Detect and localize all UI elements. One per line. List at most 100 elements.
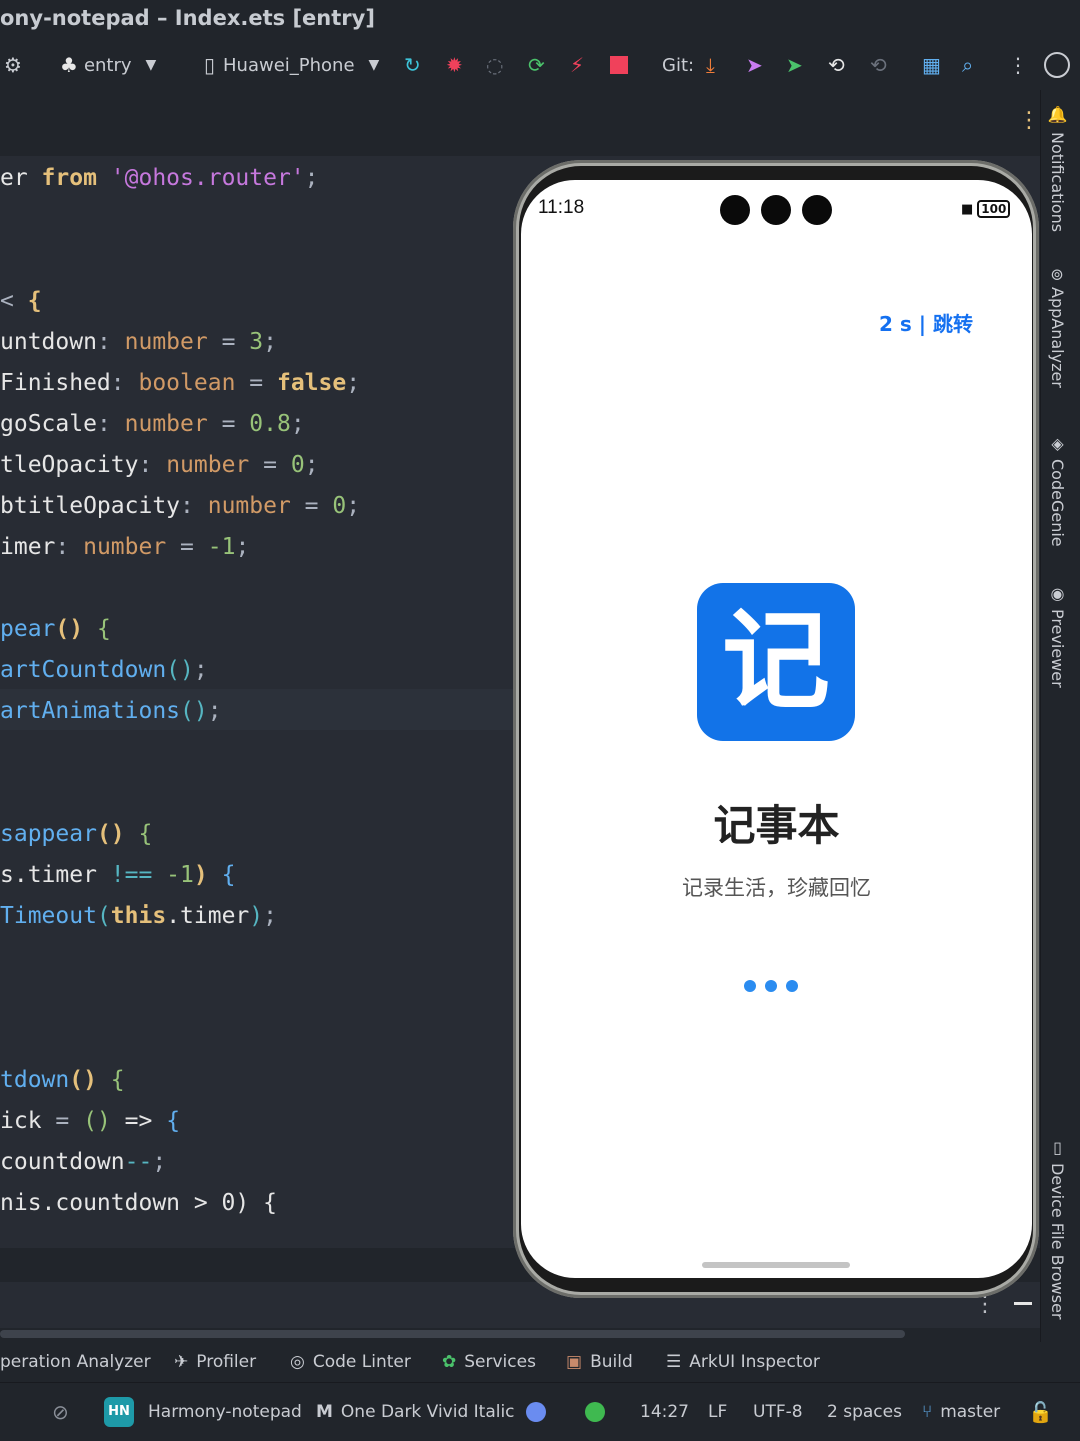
git-label: Git: <box>662 54 695 76</box>
code-token: { <box>96 616 111 642</box>
caret-position[interactable]: 14:27 <box>640 1383 689 1441</box>
tool-arkui-inspector[interactable]: ☰ ArkUI Inspector <box>666 1342 820 1382</box>
status-blue-dot[interactable] <box>526 1383 546 1441</box>
code-line[interactable]: tleOpacity: number = 0; <box>0 445 319 485</box>
device-selector[interactable]: ▯ Huawei_Phone ▼ <box>204 40 379 90</box>
device-file-browser-tab[interactable]: ▯ Device File Browser <box>1048 1138 1067 1320</box>
code-line[interactable]: btitleOpacity: number = 0; <box>0 486 360 526</box>
code-token: Timeout <box>0 903 97 929</box>
main-toolbar: ⚙ ♣ entry ▼ ▯ Huawei_Phone ▼ ↻ ✹ ◌ ⟳ ⚡ G… <box>0 40 1080 90</box>
code-line[interactable]: goScale: number = 0.8; <box>0 404 305 444</box>
debug-bug-icon[interactable]: ✹ <box>446 40 463 90</box>
settings-target-icon[interactable]: ⚙ <box>4 40 22 90</box>
title-bar: ony-notepad – Index.ets [entry] <box>0 0 1080 40</box>
code-token: : <box>96 411 125 437</box>
skip-countdown-button[interactable]: 2 s | 跳转 <box>861 308 991 337</box>
code-token: ; <box>152 1149 167 1175</box>
code-token: { <box>138 821 153 847</box>
code-token: from <box>41 165 111 191</box>
tool-code-linter[interactable]: ◎ Code Linter <box>290 1342 411 1382</box>
code-line[interactable]: pear() { <box>0 609 111 649</box>
code-line[interactable]: tdown() { <box>0 1060 125 1100</box>
lock-icon: ■ <box>961 201 974 217</box>
minimize-icon[interactable] <box>1014 1302 1032 1305</box>
code-line[interactable]: ick = () => { <box>0 1101 180 1141</box>
attach-debugger-icon[interactable]: ◌ <box>486 40 503 90</box>
services-icon: ✿ <box>442 1352 457 1372</box>
code-token: () <box>55 616 97 642</box>
file-encoding[interactable]: UTF-8 <box>753 1383 803 1441</box>
restart-icon[interactable]: ↻ <box>404 40 421 90</box>
code-line[interactable]: er from '@ohos.router'; <box>0 158 319 198</box>
code-line[interactable]: sappear() { <box>0 814 152 854</box>
code-line[interactable]: untdown: number = 3; <box>0 322 277 362</box>
codegenie-tab[interactable]: ◈ CodeGenie <box>1048 434 1067 547</box>
app-logo-char: 记 <box>721 599 830 724</box>
inspector-icon: ☰ <box>666 1352 682 1372</box>
code-token: = <box>207 329 250 355</box>
readonly-lock-icon[interactable]: 🔓 <box>1028 1383 1053 1441</box>
phone-screen[interactable]: 11:18 ■ 100 2 s | 跳转 记 记事本 记录生活，珍藏回忆 <box>521 180 1032 1278</box>
branch-name: master <box>940 1402 1001 1422</box>
code-token: pear <box>0 616 56 642</box>
battery-indicator: ■ 100 <box>961 200 1011 218</box>
code-token: < <box>0 288 28 314</box>
tool-services[interactable]: ✿ Services <box>442 1342 536 1382</box>
code-token: boolean <box>138 370 236 396</box>
code-token: () <box>166 657 194 683</box>
code-line[interactable]: artAnimations(); <box>0 691 222 731</box>
code-line[interactable]: artCountdown(); <box>0 650 208 690</box>
theme-widget[interactable]: M One Dark Vivid Italic <box>316 1383 515 1441</box>
appanalyzer-tab[interactable]: ⊚ AppAnalyzer <box>1048 268 1067 388</box>
code-line[interactable]: nis.countdown > 0) { <box>0 1183 277 1223</box>
tool-operation-analyzer[interactable]: peration Analyzer <box>0 1342 151 1382</box>
line-separator[interactable]: LF <box>708 1383 727 1441</box>
tool-profiler[interactable]: ✈ Profiler <box>174 1342 256 1382</box>
code-token: ; <box>193 657 208 683</box>
account-icon[interactable] <box>1044 40 1070 90</box>
indent-setting[interactable]: 2 spaces <box>827 1383 902 1441</box>
git-push-icon[interactable]: ➤ <box>746 40 763 90</box>
code-token: 0 <box>332 493 347 519</box>
code-token: = <box>290 493 333 519</box>
notifications-tab[interactable]: 🔔 Notifications <box>1048 106 1067 232</box>
no-sync-icon[interactable]: ⊘ <box>52 1383 69 1441</box>
code-line[interactable]: Timeout(this.timer); <box>0 896 277 936</box>
tool-build[interactable]: ▣ Build <box>566 1342 633 1382</box>
code-token: Finished <box>0 370 111 396</box>
git-update-icon[interactable]: ⤓ <box>706 40 715 90</box>
app-logo: 记 <box>697 583 855 741</box>
more-menu-icon[interactable]: ⋮ <box>1008 40 1028 90</box>
git-commit-icon[interactable]: ➤ <box>786 40 803 90</box>
git-branch-widget[interactable]: ⑂ master <box>922 1383 1000 1441</box>
code-token: -- <box>124 1149 153 1175</box>
status-green-dot[interactable] <box>585 1383 605 1441</box>
code-token: number <box>207 493 291 519</box>
eye-icon: ◉ <box>1048 584 1067 603</box>
editor-options-icon[interactable]: ⋮ <box>1018 108 1040 133</box>
code-token: btitleOpacity <box>0 493 181 519</box>
code-line[interactable]: s.timer !== -1) { <box>0 855 235 895</box>
editor-header: ⋮ <box>0 90 1040 156</box>
previewer-tab[interactable]: ◉ Previewer <box>1048 584 1067 688</box>
history-icon[interactable]: ⟲ <box>828 40 845 90</box>
code-line[interactable]: Finished: boolean = false; <box>0 363 360 403</box>
camera-icon <box>720 195 750 225</box>
project-name: Harmony-notepad <box>148 1402 302 1422</box>
rollback-icon[interactable]: ⟲ <box>870 40 887 90</box>
plug-icon[interactable]: ⚡ <box>570 40 584 90</box>
module-selector[interactable]: ♣ entry ▼ <box>60 40 156 90</box>
home-indicator[interactable] <box>702 1262 850 1268</box>
search-icon[interactable]: ⌕ <box>962 40 973 90</box>
code-token: = <box>55 1108 84 1134</box>
stop-icon[interactable] <box>610 40 628 90</box>
code-editor[interactable]: er from '@ohos.router'; < {untdown: numbe… <box>0 156 520 1246</box>
project-widget[interactable]: HN Harmony-notepad <box>104 1383 302 1441</box>
code-line[interactable]: imer: number = -1; <box>0 527 249 567</box>
code-line[interactable]: < { <box>0 281 42 321</box>
grid-icon[interactable]: ▦ <box>922 40 941 90</box>
code-token: () <box>96 821 139 847</box>
apply-changes-icon[interactable]: ⟳ <box>528 40 545 90</box>
code-line[interactable]: countdown--; <box>0 1142 166 1182</box>
horizontal-scrollbar[interactable] <box>0 1330 905 1338</box>
